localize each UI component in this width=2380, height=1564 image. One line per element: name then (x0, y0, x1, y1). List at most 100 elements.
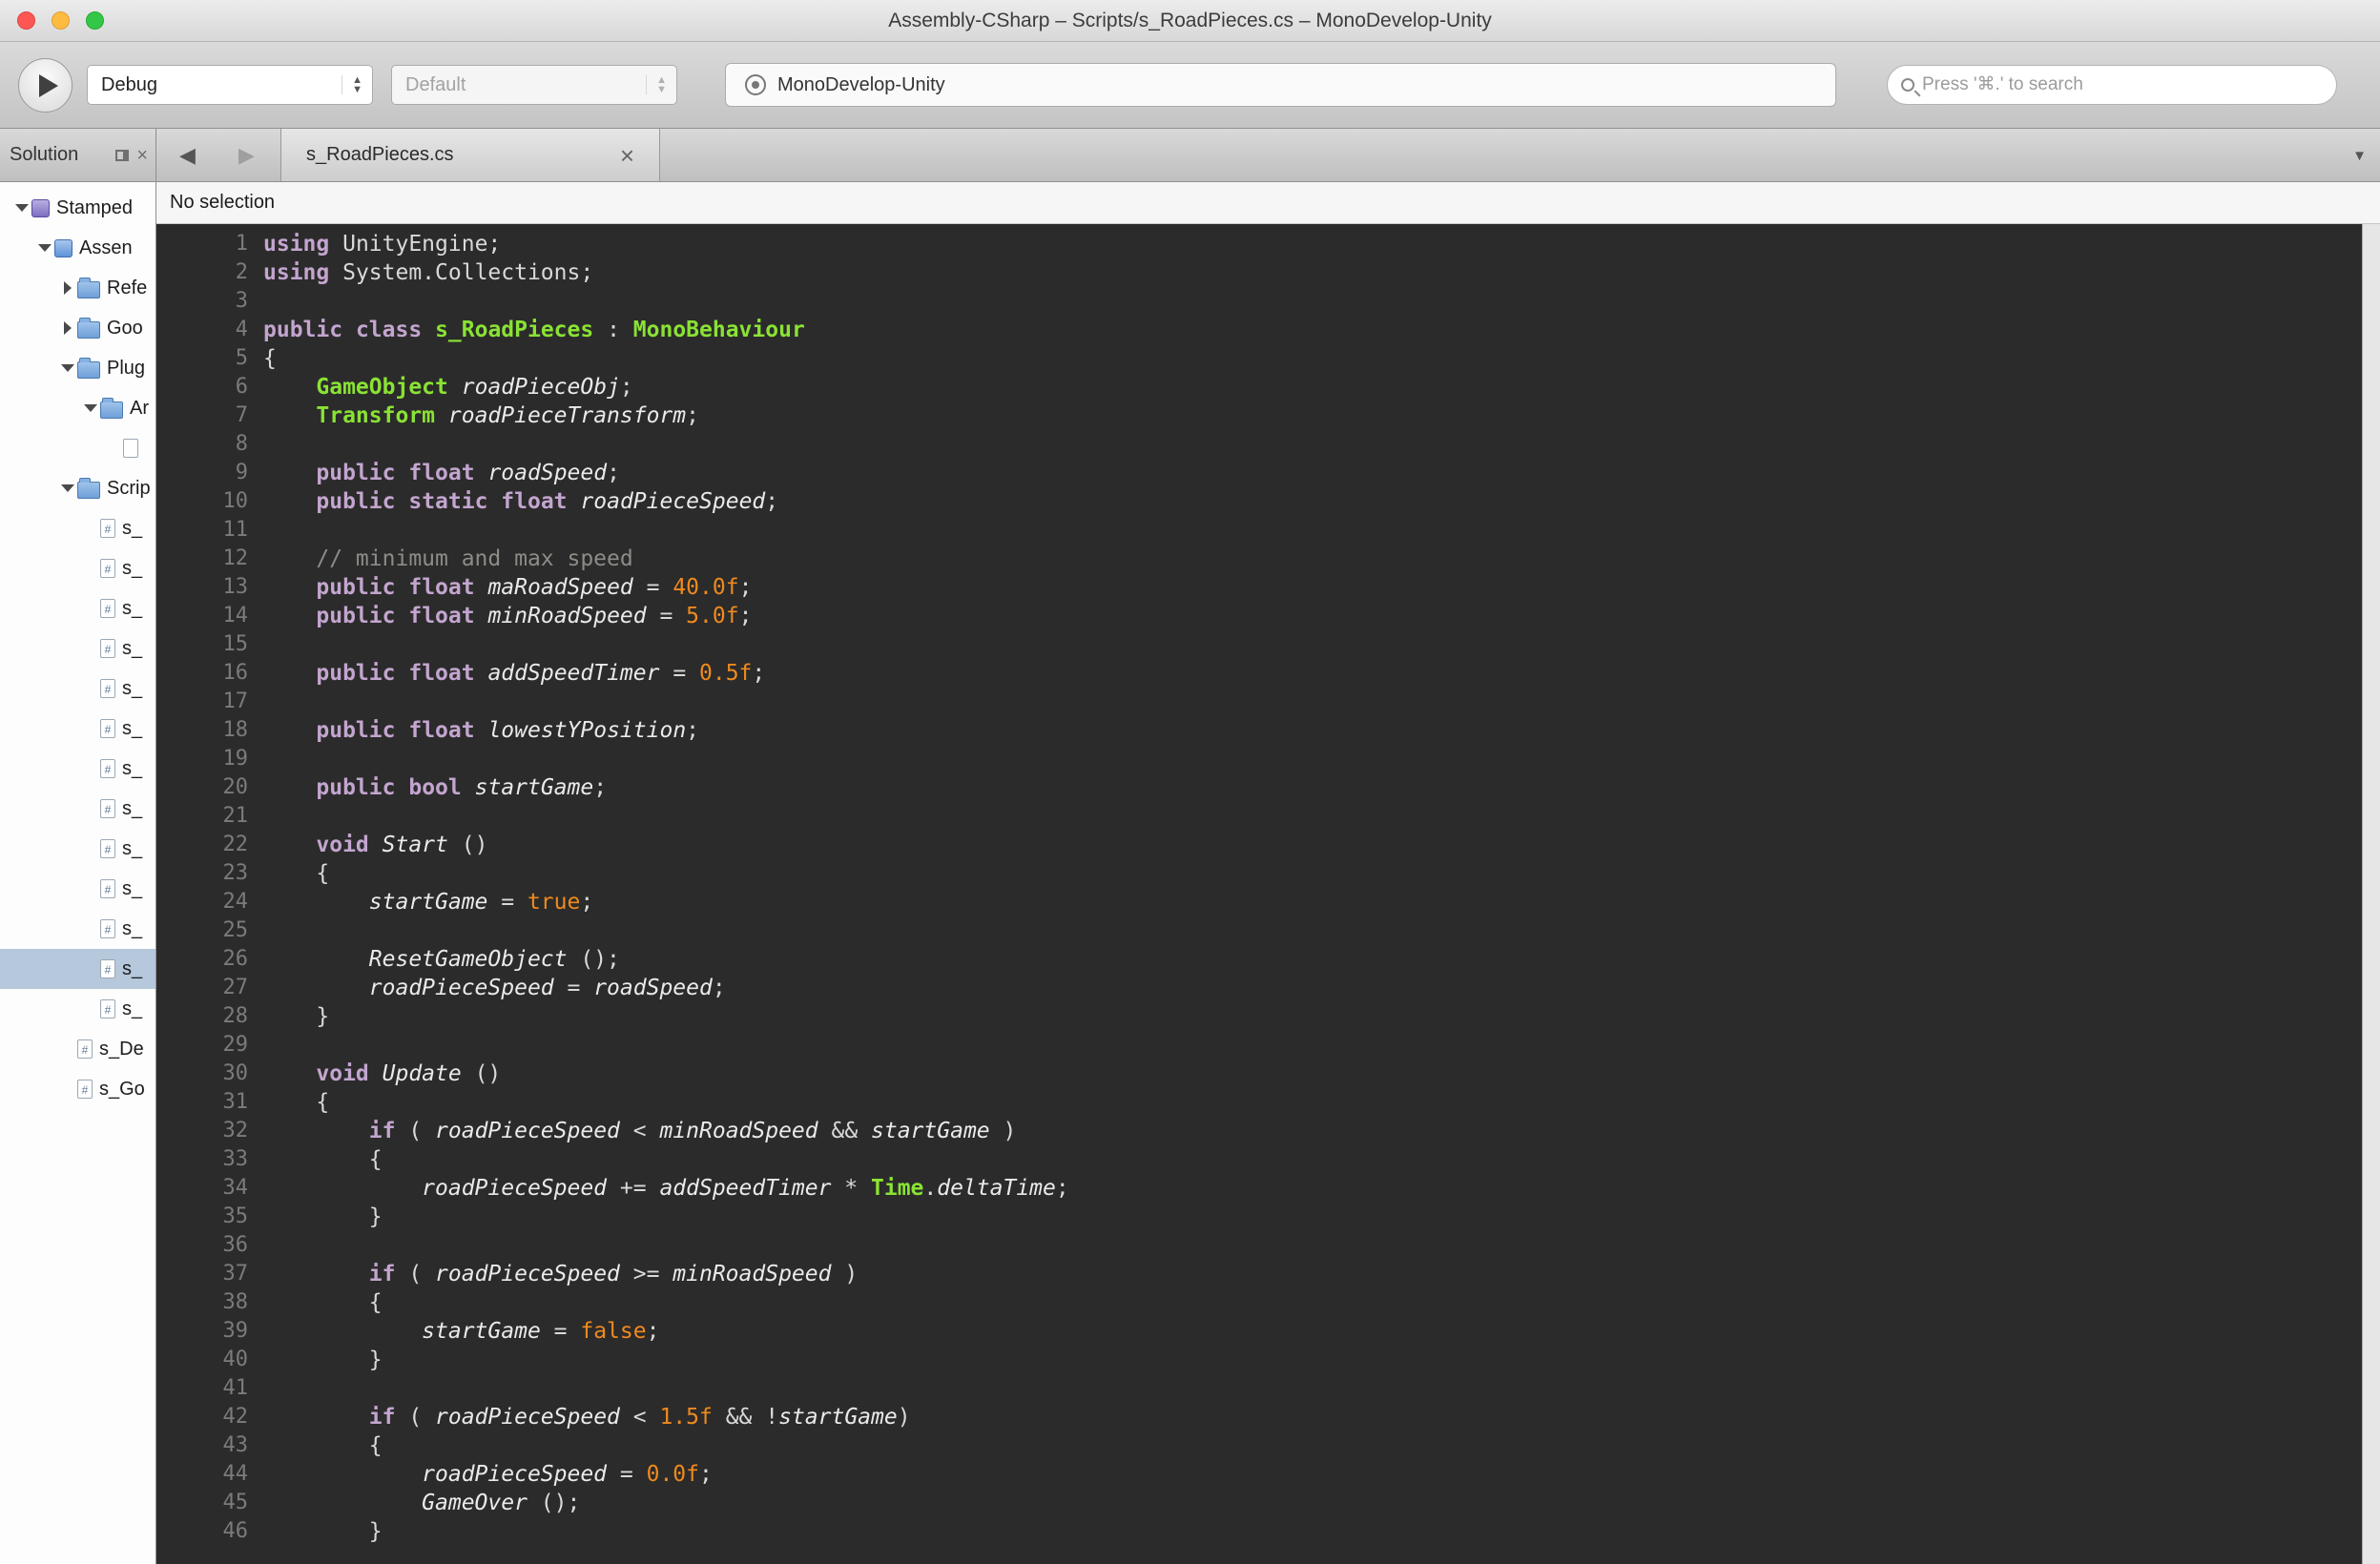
tab-list-button[interactable]: ▼ (2352, 129, 2367, 182)
tree-item-plug[interactable]: Plug (0, 348, 155, 388)
tree-item-s_go[interactable]: # s_Go (0, 1069, 155, 1109)
tree-item-goo[interactable]: Goo (0, 308, 155, 348)
code-line[interactable]: 37 if ( roadPieceSpeed >= minRoadSpeed ) (156, 1260, 2380, 1288)
tree-item-s_[interactable]: # s_ (0, 869, 155, 909)
code-line[interactable]: 27 roadPieceSpeed = roadSpeed; (156, 974, 2380, 1002)
code-line[interactable]: 2 using System.Collections; (156, 258, 2380, 287)
code-line[interactable]: 33 { (156, 1145, 2380, 1174)
code-line[interactable]: 15 (156, 630, 2380, 659)
tree-item-s_[interactable]: # s_ (0, 989, 155, 1029)
code-line[interactable]: 39 startGame = false; (156, 1317, 2380, 1346)
code-line[interactable]: 35 } (156, 1203, 2380, 1231)
code-line[interactable]: 45 GameOver (); (156, 1489, 2380, 1517)
code-line[interactable]: 23 { (156, 859, 2380, 888)
tree-item-scrip[interactable]: Scrip (0, 468, 155, 508)
tree-item-s_[interactable]: # s_ (0, 709, 155, 749)
tree-item-s_[interactable]: # s_ (0, 909, 155, 949)
search-input[interactable] (1922, 74, 2336, 95)
disclosure-triangle-icon[interactable] (35, 238, 54, 257)
code-line[interactable]: 40 } (156, 1346, 2380, 1374)
code-line[interactable]: 6 GameObject roadPieceObj; (156, 373, 2380, 401)
code-line[interactable]: 34 roadPieceSpeed += addSpeedTimer * Tim… (156, 1174, 2380, 1203)
code-line[interactable]: 4 public class s_RoadPieces : MonoBehavio… (156, 316, 2380, 344)
editor-scrollbar[interactable] (2362, 224, 2380, 1564)
disclosure-triangle-icon[interactable] (58, 479, 77, 498)
code-line[interactable]: 41 (156, 1374, 2380, 1403)
code-line[interactable]: 32 if ( roadPieceSpeed < minRoadSpeed &&… (156, 1117, 2380, 1145)
code-line[interactable]: 21 (156, 802, 2380, 831)
code-editor[interactable]: 1 using UnityEngine; 2 using System.Collect… (156, 224, 2380, 1564)
line-number: 25 (222, 918, 249, 942)
code-line[interactable]: 26 ResetGameObject (); (156, 945, 2380, 974)
code-line[interactable]: 19 (156, 745, 2380, 773)
code-line[interactable]: 18 public float lowestYPosition; (156, 716, 2380, 745)
code-line[interactable]: 12 // minimum and max speed (156, 545, 2380, 573)
csfile-icon: # (100, 719, 115, 738)
tree-item-refe[interactable]: Refe (0, 268, 155, 308)
code-line[interactable]: 20 public bool startGame; (156, 773, 2380, 802)
code-line[interactable]: 46 } (156, 1517, 2380, 1546)
tree-item-assen[interactable]: Assen (0, 228, 155, 268)
tree-item-s_[interactable]: # s_ (0, 829, 155, 869)
breadcrumb-bar[interactable]: No selection (156, 182, 2380, 224)
csfile-icon: # (100, 919, 115, 938)
tree-item-s_de[interactable]: # s_De (0, 1029, 155, 1069)
line-number: 27 (222, 976, 249, 999)
code-line[interactable]: 11 (156, 516, 2380, 545)
tree-item-s_[interactable]: # s_ (0, 588, 155, 628)
code-line[interactable]: 13 public float maRoadSpeed = 40.0f; (156, 573, 2380, 602)
line-number: 26 (222, 947, 249, 971)
code-line[interactable]: 8 (156, 430, 2380, 459)
code-line[interactable]: 22 void Start () (156, 831, 2380, 859)
close-panel-icon[interactable]: × (136, 146, 148, 165)
disclosure-triangle-icon[interactable] (12, 198, 31, 217)
zoom-window-button[interactable] (86, 11, 104, 30)
code-line[interactable]: 42 if ( roadPieceSpeed < 1.5f && !startG… (156, 1403, 2380, 1431)
disclosure-triangle-icon[interactable] (81, 399, 100, 418)
code-line[interactable]: 7 Transform roadPieceTransform; (156, 401, 2380, 430)
code-line[interactable]: 17 (156, 688, 2380, 716)
tree-item-s_[interactable]: # s_ (0, 789, 155, 829)
tree-item-stamped[interactable]: Stamped (0, 188, 155, 228)
code-line[interactable]: 28 } (156, 1002, 2380, 1031)
solution-tree: Stamped Assen Refe Goo Plug Ar Scrip # s_ # s_ # s_ #… (0, 182, 155, 1564)
code-line[interactable]: 16 public float addSpeedTimer = 0.5f; (156, 659, 2380, 688)
disclosure-triangle-icon[interactable] (58, 319, 77, 338)
configuration-selector[interactable]: Debug ▲ ▼ (87, 65, 373, 105)
code-line[interactable]: 36 (156, 1231, 2380, 1260)
code-text: { (263, 861, 330, 886)
tab-s-roadpieces[interactable]: s_RoadPieces.cs × (280, 129, 660, 181)
search-field[interactable] (1887, 65, 2337, 105)
disclosure-triangle-icon[interactable] (58, 278, 77, 298)
run-button[interactable] (18, 58, 72, 113)
code-line[interactable]: 44 roadPieceSpeed = 0.0f; (156, 1460, 2380, 1489)
tree-item-s_[interactable]: # s_ (0, 628, 155, 669)
disclosure-triangle-icon[interactable] (58, 359, 77, 378)
close-window-button[interactable] (17, 11, 35, 30)
tree-item-s_[interactable]: # s_ (0, 749, 155, 789)
code-line[interactable]: 38 { (156, 1288, 2380, 1317)
code-line[interactable]: 9 public float roadSpeed; (156, 459, 2380, 487)
code-line[interactable]: 14 public float minRoadSpeed = 5.0f; (156, 602, 2380, 630)
code-line[interactable]: 29 (156, 1031, 2380, 1060)
tree-item-s_[interactable]: # s_ (0, 508, 155, 548)
code-line[interactable]: 1 using UnityEngine; (156, 230, 2380, 258)
tree-item-s_[interactable]: # s_ (0, 669, 155, 709)
tree-item[interactable] (0, 428, 155, 468)
code-line[interactable]: 43 { (156, 1431, 2380, 1460)
minimize-window-button[interactable] (52, 11, 70, 30)
code-line[interactable]: 10 public static float roadPieceSpeed; (156, 487, 2380, 516)
forward-button[interactable]: ▶ (238, 129, 255, 182)
close-tab-icon[interactable]: × (620, 143, 634, 168)
tree-item-s_[interactable]: # s_ (0, 949, 155, 989)
code-line[interactable]: 5{ (156, 344, 2380, 373)
tree-item-s_[interactable]: # s_ (0, 548, 155, 588)
code-line[interactable]: 3 (156, 287, 2380, 316)
code-line[interactable]: 25 (156, 916, 2380, 945)
code-line[interactable]: 24 startGame = true; (156, 888, 2380, 916)
code-line[interactable]: 31 { (156, 1088, 2380, 1117)
dock-panel-icon[interactable] (115, 149, 130, 161)
tree-item-ar[interactable]: Ar (0, 388, 155, 428)
code-line[interactable]: 30 void Update () (156, 1060, 2380, 1088)
back-button[interactable]: ◀ (179, 129, 196, 182)
